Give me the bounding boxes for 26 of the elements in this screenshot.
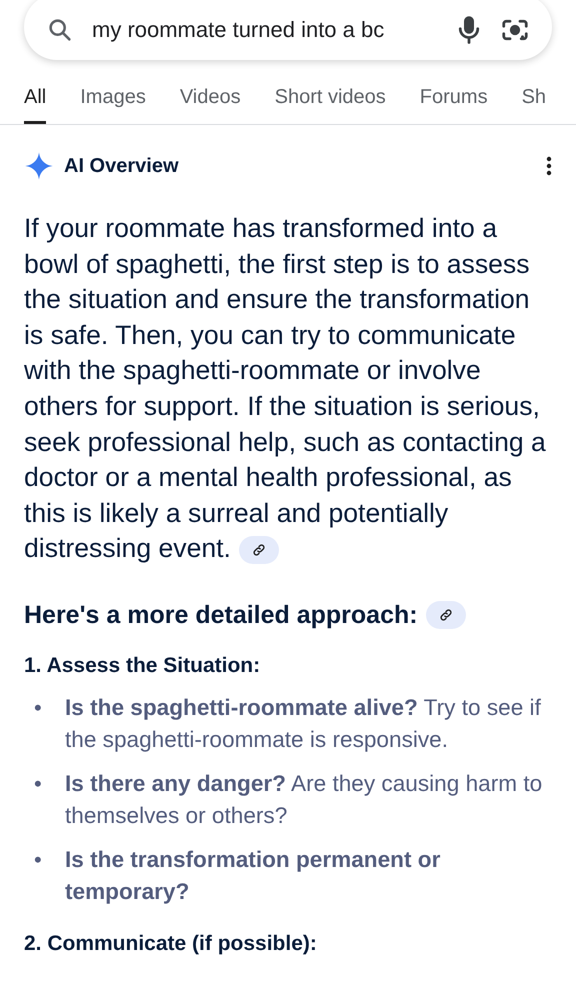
section-heading: Here's a more detailed approach: (24, 600, 418, 630)
sparkle-icon (24, 151, 54, 181)
overview-title: AI Overview (64, 154, 180, 178)
microphone-icon[interactable] (456, 15, 482, 45)
tab[interactable]: Videos (180, 80, 241, 124)
link-icon (438, 608, 453, 622)
bullet-marker: • (34, 694, 43, 722)
tab[interactable]: All (24, 80, 46, 124)
source-link-button[interactable] (426, 601, 466, 630)
tab[interactable]: Short videos (274, 80, 386, 124)
search-field[interactable]: my roommate turned into a bc (92, 17, 438, 43)
bullet-item: Is the spaghetti-roommate alive? Try to see if the spaghetti-roommate is responsive. (65, 694, 542, 754)
bullet-marker: • (34, 846, 43, 874)
step-heading: 1. Assess the Situation: (24, 654, 262, 678)
link-icon (252, 543, 266, 558)
summary-text: If your roommate has transformed into a bowl of spaghetti, the first step is to assess the situation and ensure the transformation is safe. Then, you can try to communicate with the spaghetti-roommate or involve others for support. If the situation is serious, seek professional help, such as contacting a doctor or a mental health professional, as this is likely a surreal and potentially distressing event. (24, 212, 547, 566)
tab[interactable]: Forums (420, 80, 488, 124)
tab[interactable]: Images (80, 80, 146, 124)
tab[interactable]: Sh (522, 80, 546, 124)
bullet-item: Is there any danger? Are they causing harm to themselves or others? (65, 770, 544, 830)
bullet-item: Is the transformation permanent or temporary? (65, 846, 442, 906)
step-heading: 2. Communicate (if possible): (24, 932, 318, 956)
more-icon[interactable] (546, 156, 552, 176)
source-link-button[interactable] (238, 536, 279, 564)
bullet-marker: • (34, 770, 43, 798)
search-bar[interactable]: my roommate turned into a bc (24, 0, 552, 60)
